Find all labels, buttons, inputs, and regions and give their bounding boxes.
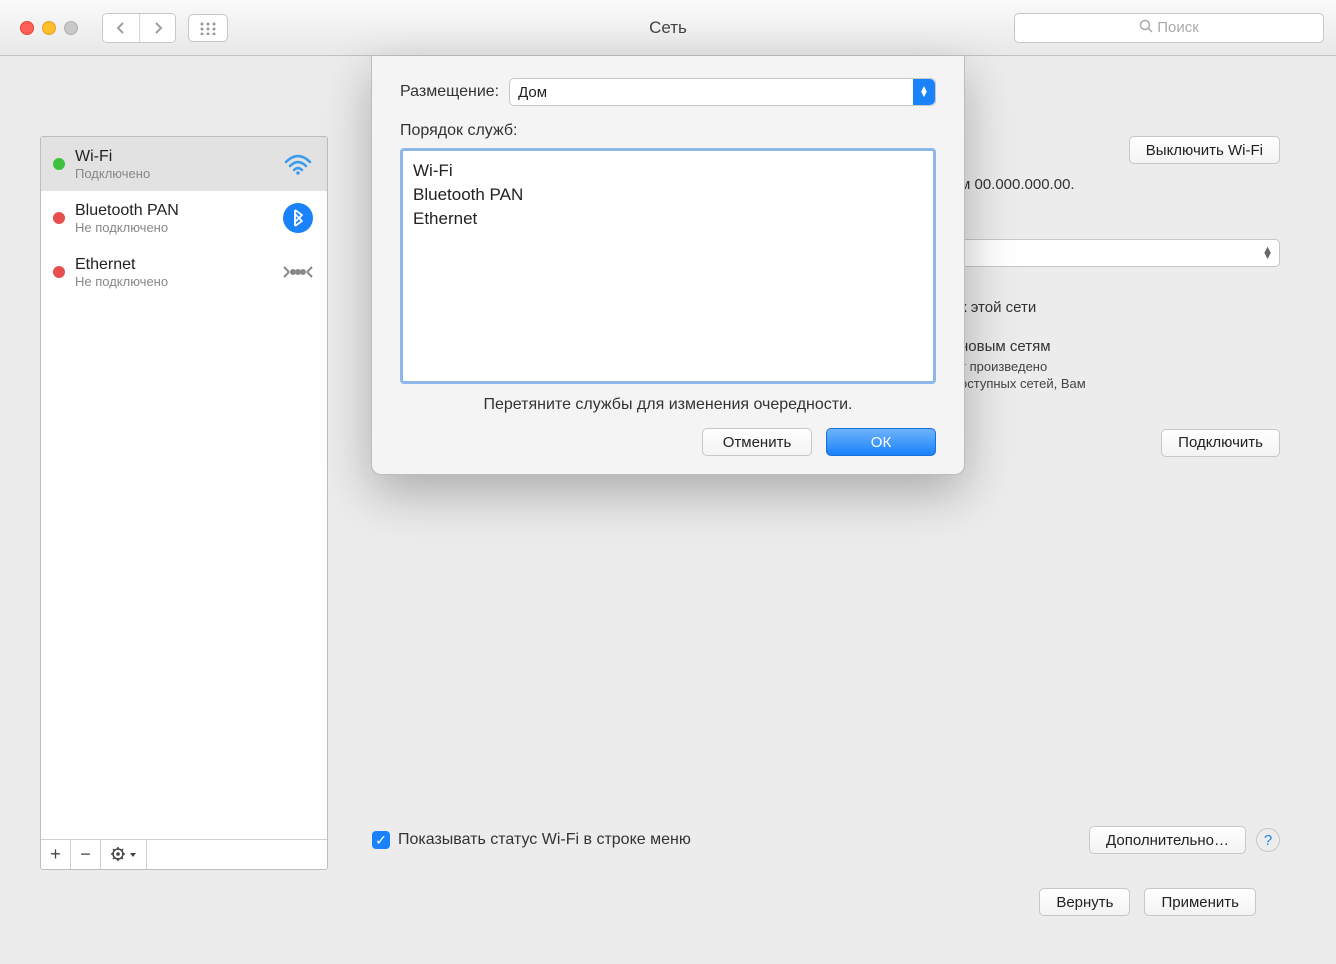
location-value: Дом [518,84,547,101]
status-dot-red [53,212,65,224]
sidebar-item-ethernet[interactable]: Ethernet Не подключено [41,245,327,299]
service-order-sheet: Размещение: Дом ▲▼ Порядок служб: Wi-Fi … [371,56,965,475]
search-icon [1139,19,1153,37]
bottom-row: ✓ Показывать статус Wi-Fi в строке меню … [372,814,1280,854]
show-wifi-status-label: Показывать статус Wi-Fi в строке меню [398,831,691,849]
chevron-updown-icon: ▲▼ [1262,247,1273,259]
partial-block: новым сетям т произведено оступных сетей… [960,338,1280,393]
sidebar-item-name: Wi-Fi [75,148,271,166]
partial-text-3a: т произведено [960,359,1280,376]
network-sidebar: Wi-Fi Подключено Bluetooth PAN Не подклю… [40,136,328,870]
connect-8021x-button[interactable]: Подключить [1161,429,1280,457]
sidebar-item-text: Wi-Fi Подключено [75,148,271,181]
sidebar-footer: + − [41,839,327,869]
window-footer: Вернуть Применить [40,870,1296,944]
service-list-item[interactable]: Ethernet [413,207,923,231]
sidebar-item-text: Ethernet Не подключено [75,256,271,289]
ethernet-icon [281,255,315,289]
revert-button[interactable]: Вернуть [1039,888,1130,916]
sidebar-item-name: Bluetooth PAN [75,202,271,220]
network-preferences-window: Сеть Поиск Wi-Fi Подключено [0,0,1336,964]
show-wifi-status-checkbox[interactable]: ✓ [372,831,390,849]
sidebar-item-text: Bluetooth PAN Не подключено [75,202,271,235]
window-title: Сеть [649,18,687,38]
service-list-item[interactable]: Wi-Fi [413,159,923,183]
detail-right-column: Выключить Wi-Fi м 00.000.000.00. ▲▼ к эт… [960,136,1280,393]
partial-text-3b: оступных сетей, Вам [960,376,1280,393]
remove-service-button[interactable]: − [71,840,101,869]
turn-off-wifi-button[interactable]: Выключить Wi-Fi [1129,136,1280,164]
nav-buttons [102,13,176,43]
search-input[interactable]: Поиск [1014,13,1324,43]
service-order-list[interactable]: Wi-Fi Bluetooth PAN Ethernet [400,148,936,384]
add-service-button[interactable]: + [41,840,71,869]
sidebar-item-status: Подключено [75,166,271,181]
sidebar-list: Wi-Fi Подключено Bluetooth PAN Не подклю… [41,137,327,839]
service-options-button[interactable] [101,840,147,869]
minimize-window-button[interactable] [42,21,56,35]
sidebar-item-name: Ethernet [75,256,271,274]
sheet-buttons: Отменить ОК [400,428,936,456]
traffic-lights [20,21,78,35]
service-order-label: Порядок служб: [400,122,936,140]
partial-text-1: к этой сети [960,299,1280,316]
ok-button[interactable]: ОК [826,428,936,456]
location-row: Размещение: Дом ▲▼ [400,78,936,106]
close-window-button[interactable] [20,21,34,35]
ip-address-text: м 00.000.000.00. [960,176,1280,193]
sidebar-item-bluetooth[interactable]: Bluetooth PAN Не подключено [41,191,327,245]
status-dot-green [53,158,65,170]
back-button[interactable] [103,14,139,42]
help-button[interactable]: ? [1256,828,1280,852]
apply-button[interactable]: Применить [1144,888,1256,916]
main-area: Wi-Fi Подключено Bluetooth PAN Не подклю… [0,56,1336,964]
location-select[interactable]: Дом ▲▼ [509,78,936,106]
chevron-updown-icon: ▲▼ [913,79,935,105]
partial-text-2: новым сетям [960,338,1280,355]
status-dot-red [53,266,65,278]
advanced-button[interactable]: Дополнительно… [1089,826,1246,854]
sidebar-item-status: Не подключено [75,220,271,235]
wifi-icon [281,147,315,181]
show-all-button[interactable] [188,14,228,42]
bluetooth-icon [281,201,315,235]
sidebar-item-status: Не подключено [75,274,271,289]
location-label: Размещение: [400,83,499,101]
sidebar-item-wifi[interactable]: Wi-Fi Подключено [41,137,327,191]
forward-button[interactable] [139,14,175,42]
network-name-select[interactable]: ▲▼ [960,239,1280,267]
maximize-window-button[interactable] [64,21,78,35]
cancel-button[interactable]: Отменить [702,428,812,456]
sheet-hint: Перетяните службы для изменения очередно… [400,396,936,414]
titlebar: Сеть Поиск [0,0,1336,56]
search-placeholder: Поиск [1157,19,1199,36]
service-list-item[interactable]: Bluetooth PAN [413,183,923,207]
